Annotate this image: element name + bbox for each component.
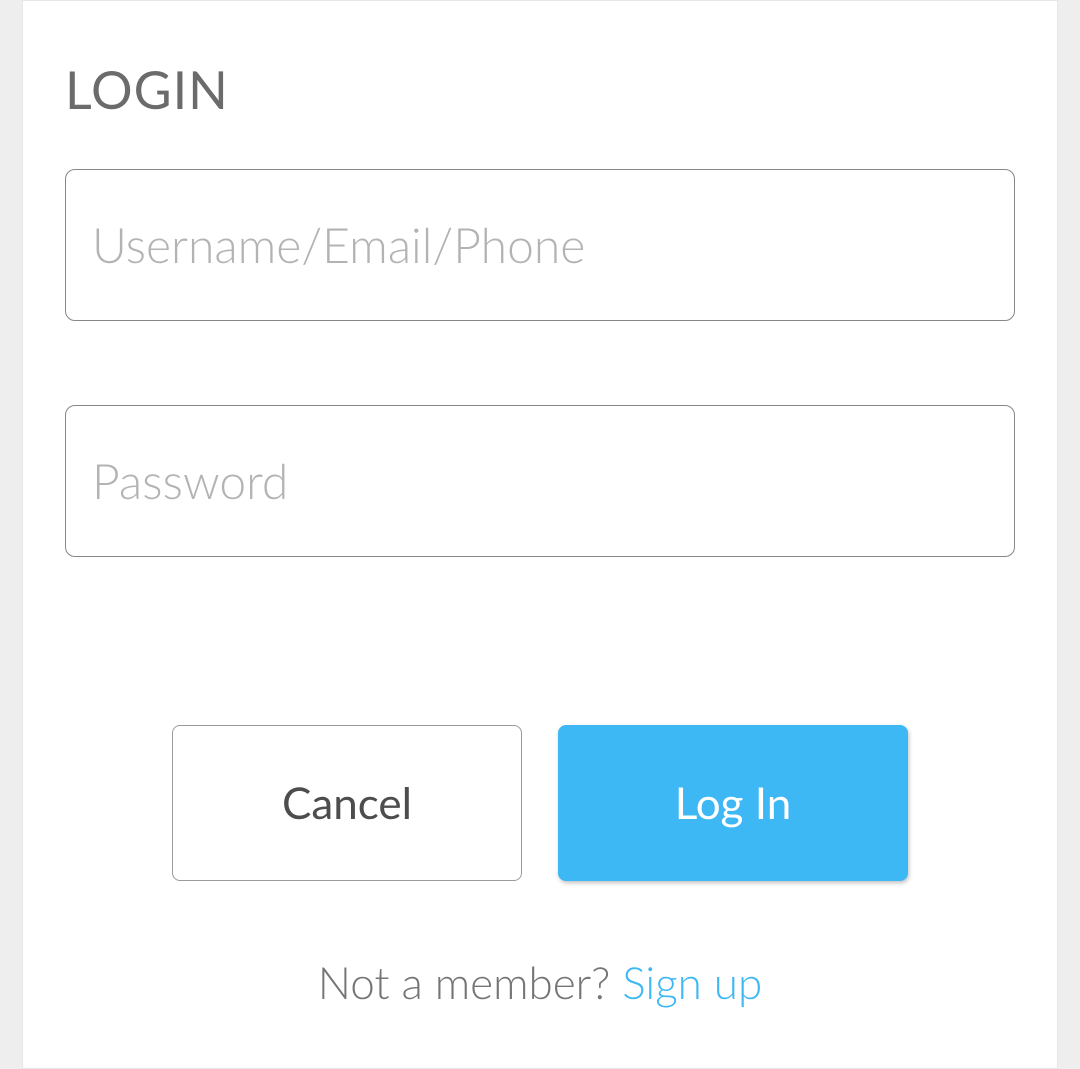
cancel-button[interactable]: Cancel (172, 725, 522, 881)
login-title: LOGIN (65, 59, 1015, 121)
signup-link[interactable]: Sign up (622, 957, 762, 1009)
username-input[interactable] (65, 169, 1015, 321)
not-member-text: Not a member? (318, 957, 622, 1009)
signup-prompt: Not a member? Sign up (65, 957, 1015, 1009)
login-card: LOGIN Cancel Log In Not a member? Sign u… (22, 0, 1058, 1069)
password-group (65, 405, 1015, 557)
username-group (65, 169, 1015, 321)
password-input[interactable] (65, 405, 1015, 557)
button-row: Cancel Log In (65, 725, 1015, 881)
login-button[interactable]: Log In (558, 725, 908, 881)
